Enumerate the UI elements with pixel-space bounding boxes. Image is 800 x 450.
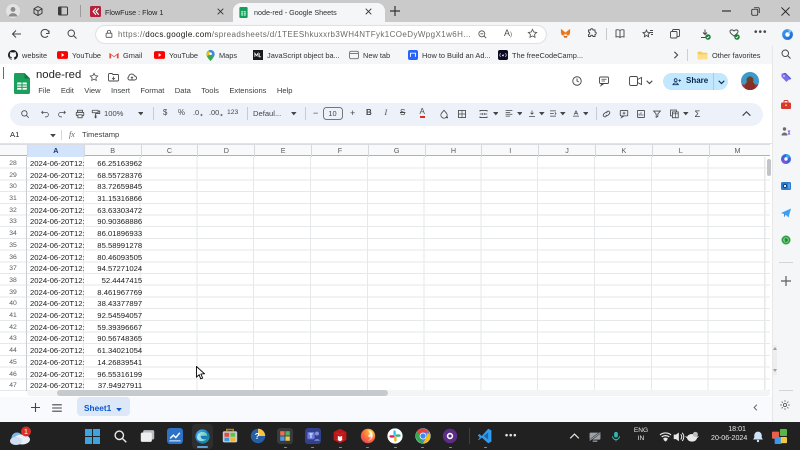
svg-text:1: 1 [24,427,28,436]
svg-text:T: T [309,434,313,440]
svg-text:?: ? [254,432,259,441]
